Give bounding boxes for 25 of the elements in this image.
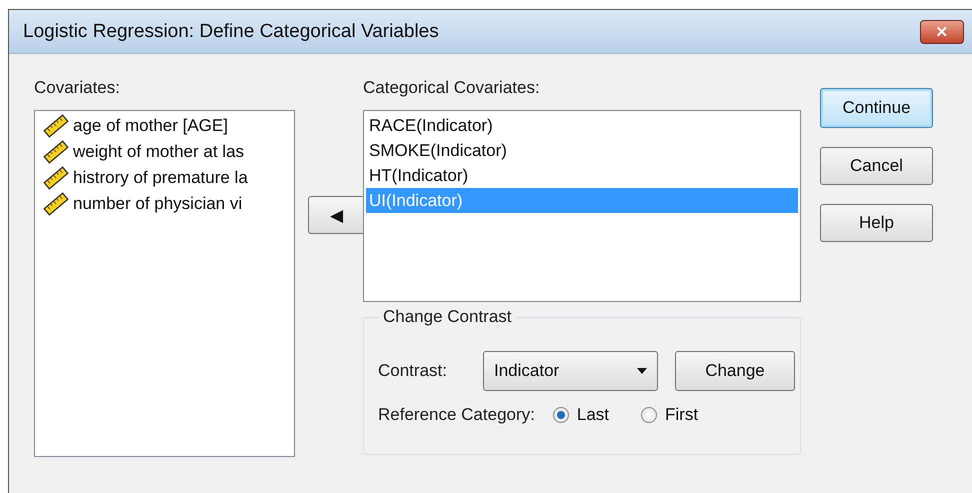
categorical-covariates-list[interactable]: RACE(Indicator) SMOKE(Indicator) HT(Indicator) UI(Indicator) <box>363 110 801 302</box>
radio-option[interactable]: First <box>641 405 698 425</box>
reference-category-label: Reference Category: <box>378 405 535 425</box>
categorical-covariates-label: Categorical Covariates: <box>363 78 541 98</box>
window-title: Logistic Regression: Define Categorical Variables <box>23 20 439 42</box>
list-item[interactable]: SMOKE(Indicator) <box>366 138 798 163</box>
radio-button[interactable] <box>641 407 658 423</box>
covariates-label: Covariates: <box>34 78 121 98</box>
contrast-dropdown[interactable]: Indicator <box>482 351 658 391</box>
dialog-button[interactable]: Continue <box>820 88 933 128</box>
change-button[interactable]: Change <box>674 351 795 391</box>
list-item[interactable]: RACE(Indicator) <box>366 113 798 138</box>
covariates-list[interactable]: age of mother [AGE] weight of mother at las histrory of premature la number of physician vi <box>34 110 295 457</box>
list-item[interactable]: HT(Indicator) <box>366 163 798 188</box>
radio-option[interactable]: Last <box>552 405 610 425</box>
group-title: Change Contrast <box>379 307 516 327</box>
move-back-button[interactable]: ◀ <box>308 196 365 234</box>
contrast-label: Contrast: <box>378 361 447 381</box>
dialog-button[interactable]: Cancel <box>820 147 933 185</box>
list-item[interactable]: age of mother [AGE] <box>37 113 292 139</box>
radio-button[interactable] <box>552 407 569 423</box>
dialog-button[interactable]: Help <box>820 204 933 242</box>
list-item[interactable]: histrory of premature la <box>37 165 292 191</box>
list-item[interactable]: number of physician vi <box>37 191 292 217</box>
list-item[interactable]: weight of mother at las <box>37 139 292 165</box>
